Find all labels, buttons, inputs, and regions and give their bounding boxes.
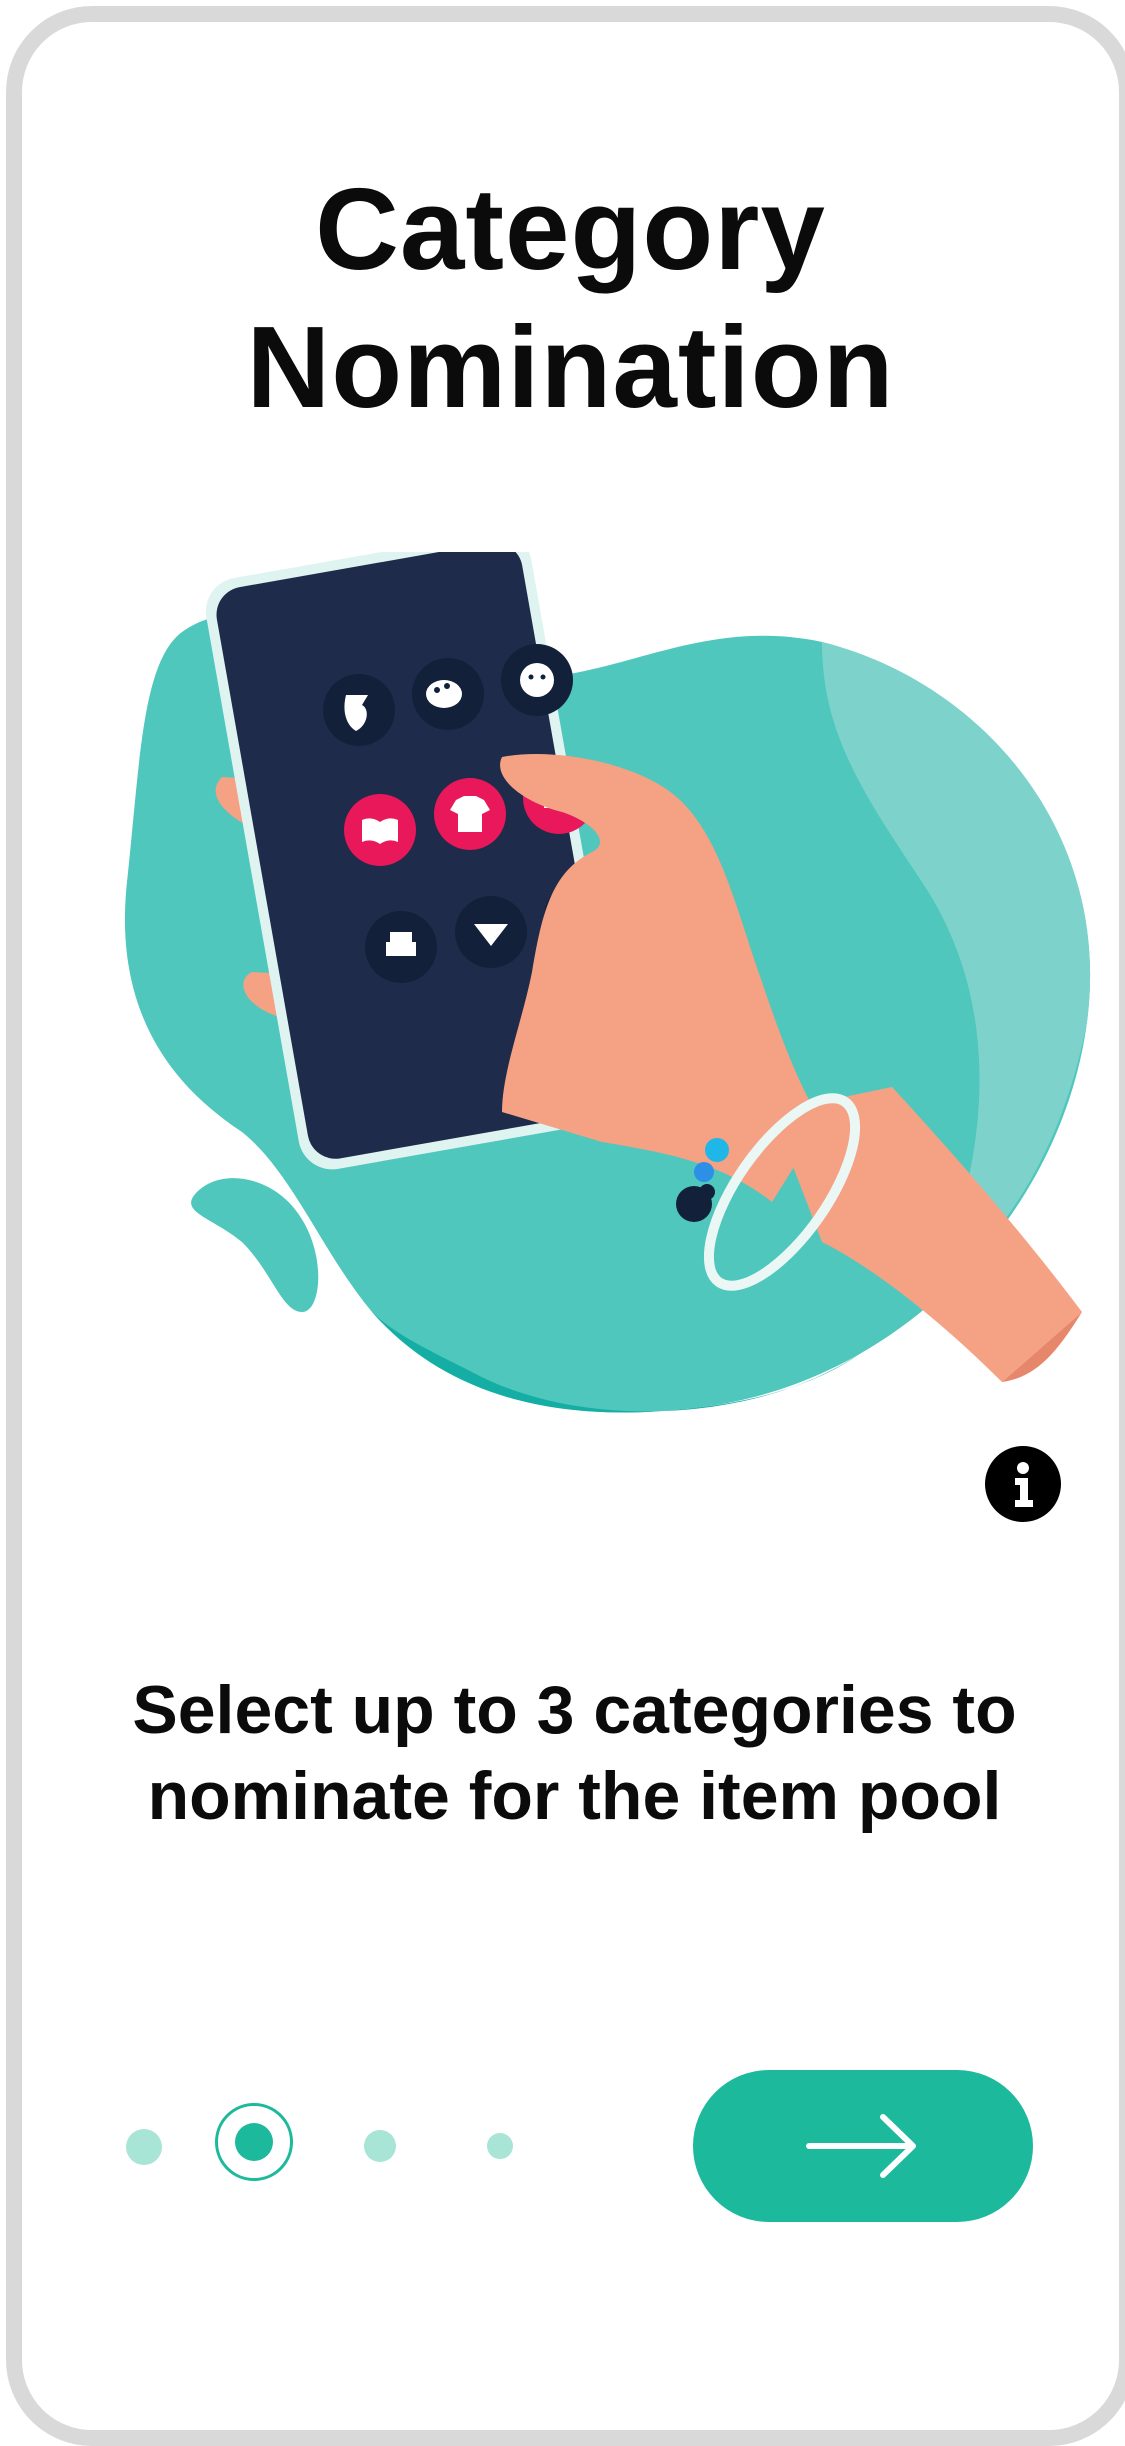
page-dot-3[interactable] <box>364 2130 396 2162</box>
next-button[interactable] <box>693 2070 1033 2222</box>
info-icon <box>1015 1462 1033 1507</box>
description-text: Select up to 3 categories to nominate fo… <box>132 1672 1017 1834</box>
baby-icon <box>520 663 554 697</box>
info-button[interactable] <box>985 1446 1061 1522</box>
title-line-1: Category <box>315 164 826 294</box>
hand-holding-phone-illustration <box>124 552 1091 1413</box>
phone-frame: Category Nomination Select up to 3 categ… <box>6 6 1125 2446</box>
arrow-right-icon <box>806 2114 916 2178</box>
palette-icon <box>426 680 462 708</box>
sofa-icon <box>386 932 416 956</box>
page-dot-1[interactable] <box>126 2129 162 2165</box>
title-line-2: Nomination <box>246 302 895 432</box>
page-title: Category Nomination <box>22 160 1119 436</box>
book-icon <box>362 818 398 844</box>
page-dot-2-active[interactable] <box>215 2103 293 2181</box>
page-dot-4[interactable] <box>487 2133 513 2159</box>
